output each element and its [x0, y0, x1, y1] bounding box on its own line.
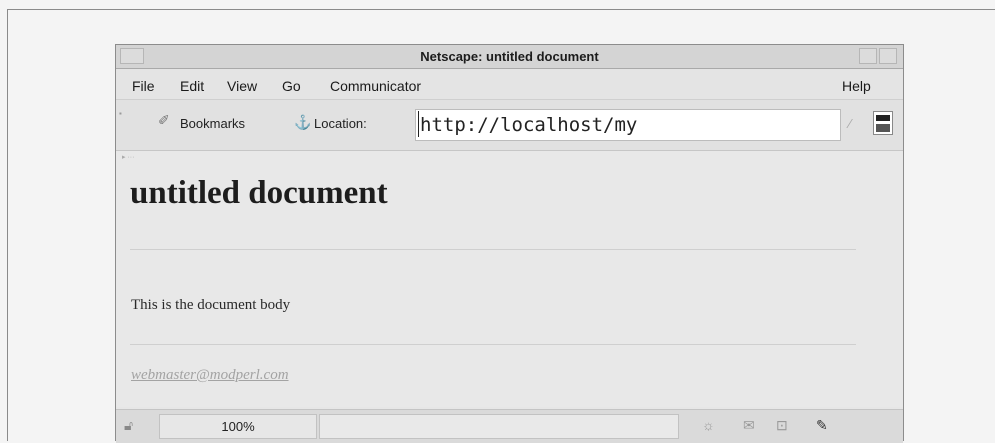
discussion-icon[interactable]: ⊡: [776, 417, 788, 434]
toolbar-grip[interactable]: ▪: [119, 109, 123, 139]
menu-bar: File Edit View Go Communicator Help: [116, 69, 903, 100]
progress-indicator: 100%: [159, 414, 317, 439]
webmaster-email-link[interactable]: webmaster@modperl.com: [131, 367, 289, 384]
location-icon[interactable]: ⚓: [294, 114, 311, 131]
bookmarks-button[interactable]: Bookmarks: [180, 116, 245, 131]
maximize-button[interactable]: [879, 48, 897, 64]
bookmark-icon[interactable]: ✐: [158, 112, 174, 132]
menu-go[interactable]: Go: [282, 78, 301, 94]
security-icon[interactable]: 🔓︎: [124, 417, 133, 434]
document-heading: untitled document: [130, 175, 388, 211]
toolbar-collapse-grip[interactable]: ▸ ···: [122, 153, 134, 161]
browser-window: Netscape: untitled document File Edit Vi…: [115, 44, 904, 443]
composer-icon[interactable]: ✎: [816, 417, 828, 434]
offline-icon[interactable]: ☼: [702, 417, 715, 433]
horizontal-rule: [130, 344, 856, 345]
mail-icon[interactable]: ✉: [743, 417, 755, 434]
status-bar: 🔓︎ 100% ☼ ✉ ⊡ ✎: [116, 409, 903, 443]
figure-border-top: [7, 9, 995, 10]
page-proxy-icon[interactable]: ⁄: [849, 116, 851, 131]
page-content: ▸ ··· untitled document This is the docu…: [116, 151, 903, 407]
netscape-activity-icon[interactable]: [873, 111, 893, 135]
title-bar[interactable]: Netscape: untitled document: [116, 45, 903, 69]
figure-border-left: [7, 9, 8, 441]
location-toolbar: ▪ ✐ Bookmarks ⚓ Location: http://localho…: [116, 100, 903, 151]
menu-view[interactable]: View: [227, 78, 257, 94]
status-message-field: [319, 414, 679, 439]
menu-file[interactable]: File: [132, 78, 155, 94]
window-title: Netscape: untitled document: [420, 49, 599, 64]
menu-help[interactable]: Help: [842, 78, 871, 94]
horizontal-rule: [130, 249, 856, 250]
minimize-button[interactable]: [859, 48, 877, 64]
text-caret: [418, 111, 419, 137]
location-label: Location:: [314, 116, 367, 131]
document-body-text: This is the document body: [131, 297, 291, 313]
url-input[interactable]: http://localhost/my: [415, 109, 841, 141]
menu-edit[interactable]: Edit: [180, 78, 204, 94]
menu-communicator[interactable]: Communicator: [330, 78, 421, 94]
